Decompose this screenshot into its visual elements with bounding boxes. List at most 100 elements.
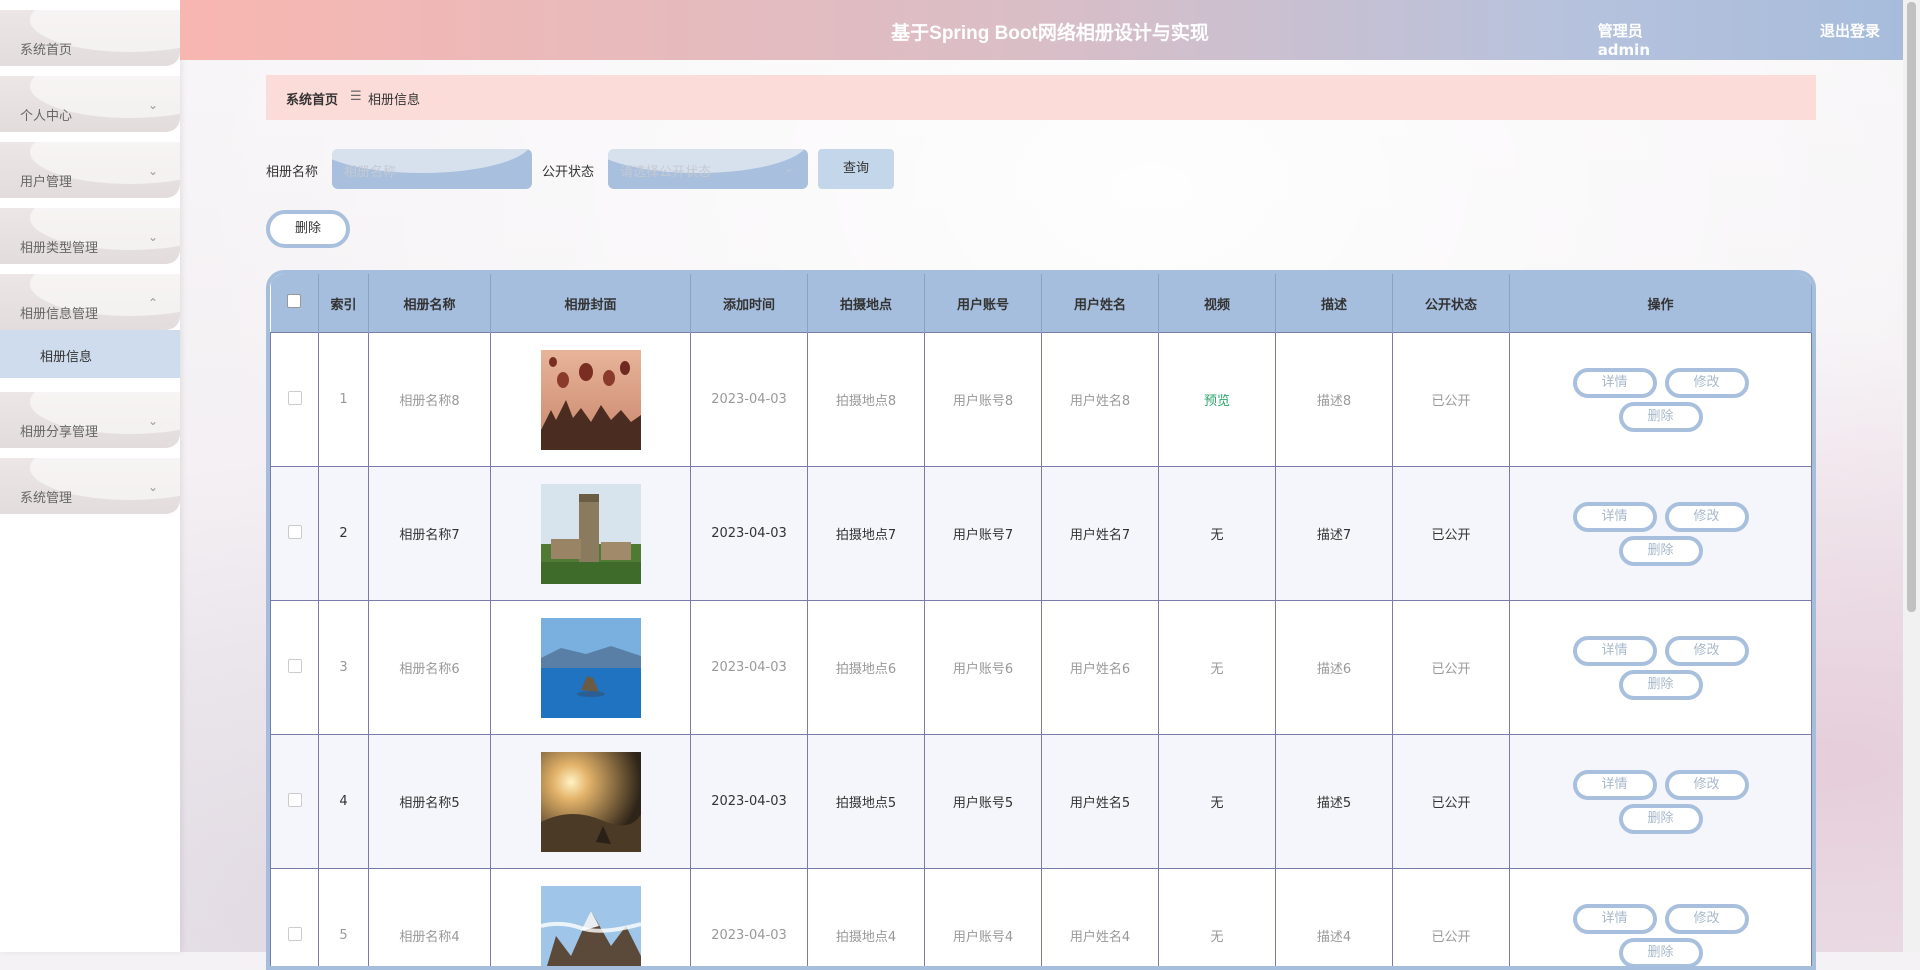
column-header: 索引 bbox=[319, 274, 369, 333]
sidebar-item-user-management[interactable]: 用户管理 ⌄ bbox=[0, 142, 180, 198]
logout-link[interactable]: 退出登录 bbox=[1820, 20, 1880, 41]
cell-description: 描述5 bbox=[1276, 735, 1393, 869]
breadcrumb: 系统首页 ☰ 相册信息 bbox=[266, 75, 1816, 120]
detail-button[interactable]: 详情 bbox=[1573, 636, 1657, 666]
detail-button[interactable]: 详情 bbox=[1573, 502, 1657, 532]
table-row: 2 相册名称7 2023-04-03 拍摄地点7 用户账号7 用户姓名7 无 描… bbox=[271, 467, 1812, 601]
column-header: 相册封面 bbox=[491, 274, 691, 333]
cell-album-cover bbox=[491, 333, 691, 467]
cell-actions: 详情修改 删除 bbox=[1510, 869, 1812, 970]
chevron-down-icon: ⌄ bbox=[148, 98, 158, 112]
detail-button[interactable]: 详情 bbox=[1573, 368, 1657, 398]
cell-shoot-place: 拍摄地点8 bbox=[808, 333, 925, 467]
batch-delete-button[interactable]: 删除 bbox=[266, 210, 350, 248]
sidebar-item-label: 相册信息管理 bbox=[20, 303, 98, 322]
scrollbar-thumb[interactable] bbox=[1907, 2, 1916, 612]
cell-index: 5 bbox=[319, 869, 369, 970]
row-select-cell bbox=[271, 601, 319, 735]
cell-video: 无 bbox=[1159, 467, 1276, 601]
detail-button[interactable]: 详情 bbox=[1573, 904, 1657, 934]
select-all-checkbox[interactable] bbox=[287, 294, 301, 308]
album-cover-image bbox=[541, 350, 641, 450]
chevron-down-icon: ⌄ bbox=[148, 230, 158, 244]
row-delete-button[interactable]: 删除 bbox=[1619, 402, 1703, 432]
row-delete-button[interactable]: 删除 bbox=[1619, 536, 1703, 566]
sidebar-item-system-management[interactable]: 系统管理 ⌄ bbox=[0, 458, 180, 514]
page-scrollbar[interactable] bbox=[1903, 0, 1920, 952]
album-cover-image bbox=[541, 618, 641, 718]
cell-add-time: 2023-04-03 bbox=[691, 467, 808, 601]
album-cover-image bbox=[541, 752, 641, 852]
video-preview-link[interactable]: 预览 bbox=[1204, 394, 1230, 409]
public-status-select[interactable]: 请选择公开状态 ⌄ bbox=[608, 149, 808, 189]
cell-add-time: 2023-04-03 bbox=[691, 333, 808, 467]
cell-user-name: 用户姓名6 bbox=[1042, 601, 1159, 735]
cell-actions: 详情修改 删除 bbox=[1510, 735, 1812, 869]
table-row: 3 相册名称6 2023-04-03 拍摄地点6 用户账号6 用户姓名6 无 描… bbox=[271, 601, 1812, 735]
album-cover-image bbox=[541, 484, 641, 584]
cell-public-status: 已公开 bbox=[1393, 467, 1510, 601]
video-cell-text: 无 bbox=[1210, 662, 1223, 677]
chevron-up-icon: ⌃ bbox=[148, 296, 158, 310]
cell-shoot-place: 拍摄地点5 bbox=[808, 735, 925, 869]
chevron-down-icon: ⌄ bbox=[784, 161, 794, 175]
sidebar-subitem-album-info[interactable]: 相册信息 bbox=[0, 330, 180, 378]
edit-button[interactable]: 修改 bbox=[1665, 770, 1749, 800]
cell-user-account: 用户账号4 bbox=[925, 869, 1042, 970]
row-checkbox[interactable] bbox=[288, 391, 302, 405]
query-button[interactable]: 查询 bbox=[818, 149, 894, 189]
chevron-down-icon: ⌄ bbox=[148, 480, 158, 494]
row-checkbox[interactable] bbox=[288, 525, 302, 539]
sidebar-item-label: 个人中心 bbox=[20, 105, 72, 124]
row-select-cell bbox=[271, 333, 319, 467]
row-checkbox[interactable] bbox=[288, 793, 302, 807]
edit-button[interactable]: 修改 bbox=[1665, 904, 1749, 934]
video-cell-text: 无 bbox=[1210, 528, 1223, 543]
detail-button[interactable]: 详情 bbox=[1573, 770, 1657, 800]
edit-button[interactable]: 修改 bbox=[1665, 636, 1749, 666]
row-checkbox[interactable] bbox=[288, 659, 302, 673]
edit-button[interactable]: 修改 bbox=[1665, 502, 1749, 532]
table-row: 4 相册名称5 2023-04-03 拍摄地点5 用户账号5 用户姓名5 无 描… bbox=[271, 735, 1812, 869]
cell-actions: 详情修改 删除 bbox=[1510, 467, 1812, 601]
cell-description: 描述4 bbox=[1276, 869, 1393, 970]
edit-button[interactable]: 修改 bbox=[1665, 368, 1749, 398]
album-name-placeholder: 相册名称 bbox=[344, 161, 396, 180]
album-cover-image bbox=[541, 886, 641, 970]
album-name-input[interactable]: 相册名称 bbox=[332, 149, 532, 189]
sidebar-item-album-share-management[interactable]: 相册分享管理 ⌄ bbox=[0, 392, 180, 448]
row-delete-button[interactable]: 删除 bbox=[1619, 804, 1703, 834]
cell-index: 4 bbox=[319, 735, 369, 869]
sidebar-item-personal-center[interactable]: 个人中心 ⌄ bbox=[0, 76, 180, 132]
cell-description: 描述6 bbox=[1276, 601, 1393, 735]
sidebar-item-album-info-management[interactable]: 相册信息管理 ⌃ bbox=[0, 274, 180, 330]
sidebar-item-label: 系统管理 bbox=[20, 487, 72, 506]
table-row: 1 相册名称8 2023-04-03 拍摄地点8 用户账号8 用户姓名8 预览 … bbox=[271, 333, 1812, 467]
cell-user-account: 用户账号7 bbox=[925, 467, 1042, 601]
cell-shoot-place: 拍摄地点6 bbox=[808, 601, 925, 735]
column-header: 公开状态 bbox=[1393, 274, 1510, 333]
album-name-label: 相册名称 bbox=[266, 161, 318, 180]
row-delete-button[interactable]: 删除 bbox=[1619, 938, 1703, 968]
row-checkbox[interactable] bbox=[288, 927, 302, 941]
top-header: 基于Spring Boot网络相册设计与实现 管理员 admin 退出登录 bbox=[180, 0, 1920, 60]
cell-album-name: 相册名称6 bbox=[369, 601, 491, 735]
album-table: 索引 相册名称 相册封面 添加时间 拍摄地点 用户账号 用户姓名 视频 描述 公… bbox=[266, 270, 1816, 970]
sidebar-item-home[interactable]: 系统首页 bbox=[0, 10, 180, 66]
sidebar-item-label: 相册类型管理 bbox=[20, 237, 98, 256]
sidebar-subitem-label: 相册信息 bbox=[40, 346, 92, 365]
cell-user-account: 用户账号8 bbox=[925, 333, 1042, 467]
cell-album-name: 相册名称5 bbox=[369, 735, 491, 869]
table-header-row: 索引 相册名称 相册封面 添加时间 拍摄地点 用户账号 用户姓名 视频 描述 公… bbox=[271, 274, 1812, 333]
cell-album-cover bbox=[491, 869, 691, 970]
column-header: 视频 bbox=[1159, 274, 1276, 333]
cell-album-name: 相册名称7 bbox=[369, 467, 491, 601]
sidebar-item-album-type-management[interactable]: 相册类型管理 ⌄ bbox=[0, 208, 180, 264]
cell-album-name: 相册名称4 bbox=[369, 869, 491, 970]
column-header: 用户账号 bbox=[925, 274, 1042, 333]
breadcrumb-home[interactable]: 系统首页 bbox=[286, 89, 338, 108]
row-delete-button[interactable]: 删除 bbox=[1619, 670, 1703, 700]
cell-add-time: 2023-04-03 bbox=[691, 601, 808, 735]
breadcrumb-separator-icon: ☰ bbox=[350, 89, 362, 104]
cell-user-account: 用户账号6 bbox=[925, 601, 1042, 735]
